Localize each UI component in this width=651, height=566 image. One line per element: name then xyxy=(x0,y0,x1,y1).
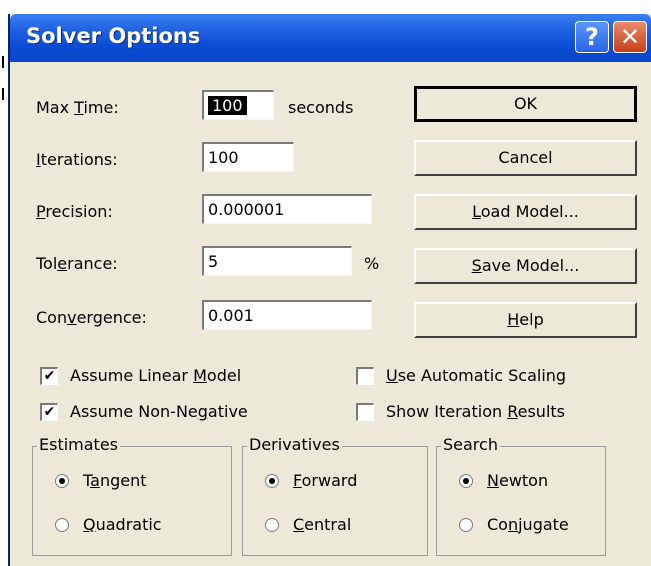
close-icon[interactable]: ✕ xyxy=(613,21,647,53)
precision-field[interactable]: 0.000001 xyxy=(202,194,372,224)
edge-mark xyxy=(2,56,4,68)
show-iter-label: Show Iteration Results xyxy=(386,402,565,421)
edge-mark xyxy=(2,88,4,100)
checkbox-box: ✔ xyxy=(40,366,58,385)
iterations-label: Iterations: xyxy=(36,150,118,169)
radio-conjugate[interactable]: Conjugate xyxy=(459,515,569,534)
iterations-field[interactable]: 100 xyxy=(202,142,294,172)
help-icon[interactable]: ? xyxy=(575,21,609,53)
radio-dot xyxy=(265,517,279,532)
solver-options-dialog: Solver Options ? ✕ Max Time: 100 seconds… xyxy=(8,14,651,566)
tolerance-label: Tolerance: xyxy=(36,254,118,273)
ok-button[interactable]: OK xyxy=(414,86,637,122)
radio-central-label: Central xyxy=(293,515,352,534)
cancel-button[interactable]: Cancel xyxy=(414,140,637,176)
iterations-value: 100 xyxy=(208,148,239,167)
radio-conjugate-label: Conjugate xyxy=(487,515,569,534)
auto-scaling-checkbox[interactable]: Use Automatic Scaling xyxy=(356,366,566,385)
assume-nonneg-label: Assume Non-Negative xyxy=(70,402,248,421)
checkbox-box xyxy=(356,366,374,385)
checkbox-box xyxy=(356,402,374,421)
max-time-value: 100 xyxy=(208,96,247,115)
save-model-button[interactable]: Save Model... xyxy=(414,248,637,284)
estimates-group-title: Estimates xyxy=(37,435,121,454)
assume-linear-checkbox[interactable]: ✔ Assume Linear Model xyxy=(40,366,241,385)
convergence-value: 0.001 xyxy=(208,306,254,325)
assume-linear-label: Assume Linear Model xyxy=(70,366,242,385)
radio-quadratic[interactable]: Quadratic xyxy=(55,515,162,534)
radio-forward[interactable]: Forward xyxy=(265,471,357,490)
radio-dot xyxy=(55,517,69,532)
search-group-title: Search xyxy=(441,435,500,454)
radio-newton[interactable]: Newton xyxy=(459,471,548,490)
tolerance-field[interactable]: 5 xyxy=(202,246,352,276)
show-iter-checkbox[interactable]: Show Iteration Results xyxy=(356,402,565,421)
title-bar[interactable]: Solver Options ? ✕ xyxy=(10,14,651,62)
radio-forward-label: Forward xyxy=(293,471,358,490)
derivatives-group-title: Derivatives xyxy=(247,435,342,454)
derivatives-group: Derivatives Forward Central xyxy=(242,435,428,556)
precision-label: Precision: xyxy=(36,202,113,221)
precision-value: 0.000001 xyxy=(208,200,285,219)
radio-tangent[interactable]: Tangent xyxy=(55,471,147,490)
radio-central[interactable]: Central xyxy=(265,515,351,534)
checkbox-box: ✔ xyxy=(40,402,58,421)
help-button[interactable]: Help xyxy=(414,302,637,338)
radio-dot xyxy=(265,473,279,488)
convergence-label: Convergence: xyxy=(36,308,147,327)
convergence-field[interactable]: 0.001 xyxy=(202,300,372,330)
left-edge xyxy=(0,20,8,566)
max-time-label: Max Time: xyxy=(36,98,119,117)
radio-dot xyxy=(55,473,69,488)
load-model-button[interactable]: Load Model... xyxy=(414,194,637,230)
radio-dot xyxy=(459,473,473,488)
search-group: Search Newton Conjugate xyxy=(436,435,606,556)
auto-scaling-label: Use Automatic Scaling xyxy=(386,366,567,385)
tolerance-unit: % xyxy=(364,254,380,273)
max-time-unit: seconds xyxy=(288,98,354,117)
max-time-field[interactable]: 100 xyxy=(202,90,274,120)
radio-newton-label: Newton xyxy=(487,471,549,490)
radio-tangent-label: Tangent xyxy=(83,471,147,490)
tolerance-value: 5 xyxy=(208,252,219,271)
radio-dot xyxy=(459,517,473,532)
dialog-title: Solver Options xyxy=(26,24,201,48)
estimates-group: Estimates Tangent Quadratic xyxy=(32,435,232,556)
radio-quadratic-label: Quadratic xyxy=(83,515,162,534)
assume-nonneg-checkbox[interactable]: ✔ Assume Non-Negative xyxy=(40,402,248,421)
